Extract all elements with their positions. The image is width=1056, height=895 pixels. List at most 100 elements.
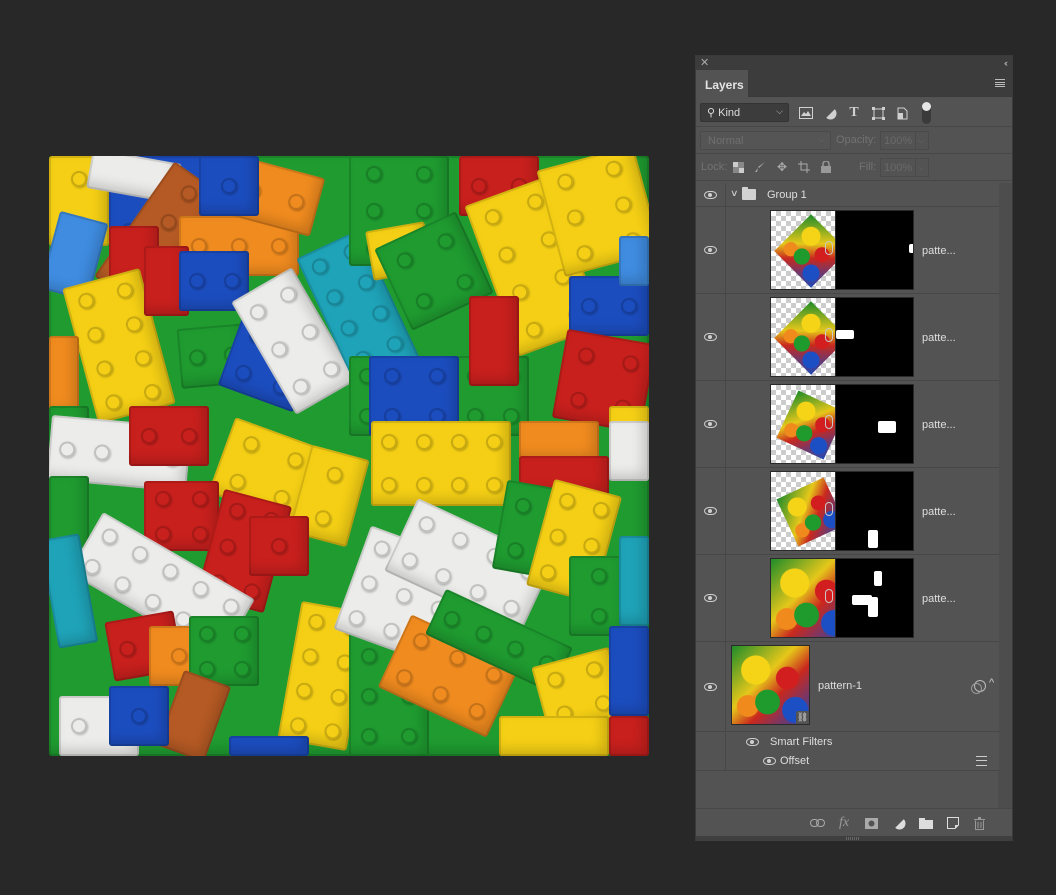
brick-stud bbox=[415, 513, 438, 535]
smart-filters-row[interactable]: Smart Filters bbox=[696, 733, 999, 752]
eye-icon[interactable] bbox=[763, 757, 776, 765]
fill-dropdown[interactable]: ⌵ bbox=[915, 158, 929, 177]
visibility-toggle[interactable] bbox=[696, 555, 726, 641]
smart-object-filter-icon[interactable] bbox=[894, 105, 910, 121]
adjustment-layer-icon[interactable] bbox=[891, 815, 907, 831]
lock-all-icon[interactable] bbox=[819, 160, 833, 174]
layer-group-row[interactable]: ∨ Group 1 bbox=[696, 183, 999, 207]
type-filter-icon[interactable]: T bbox=[846, 105, 862, 121]
layer-row[interactable]: ⛓ patte... bbox=[696, 294, 999, 381]
document-canvas[interactable] bbox=[49, 156, 649, 756]
visibility-toggle[interactable] bbox=[696, 183, 726, 206]
layer-mask-thumbnail[interactable] bbox=[835, 558, 914, 638]
tab-layers[interactable]: Layers bbox=[696, 70, 748, 98]
brick-stud bbox=[583, 659, 604, 679]
brick-stud bbox=[322, 721, 342, 741]
chevron-down-icon: ⌵ bbox=[818, 134, 825, 144]
brick-stud bbox=[226, 501, 247, 521]
blend-mode-value: Normal bbox=[708, 135, 744, 147]
layer-mask-thumbnail[interactable] bbox=[835, 384, 914, 464]
brick-stud bbox=[325, 464, 345, 485]
brick-stud bbox=[581, 535, 601, 556]
lock-image-pixels-icon[interactable] bbox=[753, 160, 767, 174]
eye-icon bbox=[704, 594, 717, 602]
mask-link-icon[interactable] bbox=[825, 415, 833, 429]
layer-row[interactable]: ⛓ patte... bbox=[696, 207, 999, 294]
lock-artboard-icon[interactable] bbox=[797, 160, 811, 174]
kind-label: Kind bbox=[718, 107, 741, 119]
visibility-toggle[interactable] bbox=[696, 381, 726, 467]
brick-stud bbox=[198, 660, 215, 677]
smart-filter-icon bbox=[971, 680, 986, 694]
brick-stud bbox=[300, 646, 320, 665]
mask-link-icon[interactable] bbox=[825, 502, 833, 516]
brick-stud bbox=[159, 559, 182, 582]
brick-stud bbox=[141, 590, 164, 613]
mask-link-icon[interactable] bbox=[825, 328, 833, 342]
mask-link-icon[interactable] bbox=[825, 241, 833, 255]
image-filter-icon[interactable] bbox=[798, 105, 814, 121]
delete-icon[interactable] bbox=[971, 815, 987, 831]
link-layers-icon[interactable] bbox=[809, 815, 825, 831]
brick-stud bbox=[471, 178, 487, 194]
layers-scrollbar[interactable] bbox=[998, 183, 1012, 808]
panel-resize-grip[interactable] bbox=[696, 836, 1012, 841]
visibility-toggle[interactable] bbox=[696, 294, 726, 380]
fill-input[interactable]: 100% bbox=[880, 158, 916, 177]
brick-stud bbox=[398, 549, 421, 571]
opacity-input[interactable]: 100% bbox=[880, 131, 916, 150]
brick-stud bbox=[240, 433, 262, 455]
filter-row-offset[interactable]: Offset bbox=[696, 752, 999, 771]
spacer bbox=[696, 733, 726, 752]
brick-stud bbox=[545, 669, 565, 690]
brick-stud bbox=[223, 273, 240, 289]
collapse-double-chevron-icon[interactable]: ‹‹ bbox=[1004, 56, 1008, 70]
lock-position-icon[interactable]: ✥ bbox=[775, 160, 789, 174]
layer-mask-thumbnail[interactable] bbox=[835, 297, 914, 377]
layer-row-pattern-1[interactable]: ⛓ pattern-1 ^ bbox=[696, 642, 999, 732]
brick-stud bbox=[381, 620, 402, 641]
brick-stud bbox=[504, 637, 526, 660]
new-layer-icon[interactable] bbox=[945, 815, 961, 831]
brick-stud bbox=[192, 525, 209, 542]
new-group-icon[interactable] bbox=[918, 815, 934, 831]
folder-icon bbox=[742, 187, 756, 200]
brick-stud bbox=[434, 230, 456, 252]
mask-link-icon[interactable] bbox=[825, 589, 833, 603]
brick-stud bbox=[415, 476, 432, 493]
brick-stud bbox=[393, 585, 415, 607]
layer-mask-thumbnail[interactable] bbox=[835, 471, 914, 551]
chevron-up-icon[interactable]: ^ bbox=[989, 677, 994, 689]
brick-red bbox=[144, 481, 219, 551]
filter-toggle[interactable] bbox=[922, 102, 931, 124]
filter-blending-options-icon[interactable] bbox=[976, 756, 987, 766]
blend-row: Normal ⌵ Opacity: 100% ⌵ bbox=[696, 127, 1012, 154]
eye-icon bbox=[704, 420, 717, 428]
brick-stud bbox=[154, 525, 171, 542]
fx-icon[interactable]: fx bbox=[836, 815, 852, 831]
layer-thumbnail[interactable]: ⛓ bbox=[731, 645, 810, 725]
brick-stud bbox=[181, 428, 197, 444]
filter-kind-select[interactable]: ⚲ Kind ⌵ bbox=[700, 103, 789, 122]
visibility-toggle[interactable] bbox=[696, 468, 726, 554]
group-name: Group 1 bbox=[767, 189, 807, 201]
layer-row[interactable]: ⛓ patte... bbox=[696, 555, 999, 642]
chevron-down-icon[interactable]: ∨ bbox=[730, 188, 739, 199]
lock-transparent-pixels-icon[interactable] bbox=[731, 160, 745, 174]
close-icon[interactable]: ✕ bbox=[700, 56, 709, 70]
fill-label: Fill: bbox=[859, 161, 877, 173]
visibility-toggle[interactable] bbox=[696, 207, 726, 293]
opacity-dropdown[interactable]: ⌵ bbox=[915, 131, 929, 150]
shape-filter-icon[interactable] bbox=[870, 105, 886, 121]
visibility-toggle[interactable] bbox=[696, 642, 726, 731]
layer-mask-thumbnail[interactable] bbox=[835, 210, 914, 290]
hamburger-menu-icon[interactable] bbox=[995, 79, 1005, 87]
brick-stud bbox=[369, 302, 391, 325]
brick-stud bbox=[574, 243, 595, 263]
adjustment-filter-icon[interactable] bbox=[822, 105, 838, 121]
add-mask-icon[interactable] bbox=[863, 815, 879, 831]
layer-row[interactable]: ⛓ patte... bbox=[696, 468, 999, 555]
eye-icon[interactable] bbox=[746, 738, 759, 746]
layer-row[interactable]: ⛓ patte... bbox=[696, 381, 999, 468]
blend-mode-select[interactable]: Normal ⌵ bbox=[700, 131, 831, 150]
